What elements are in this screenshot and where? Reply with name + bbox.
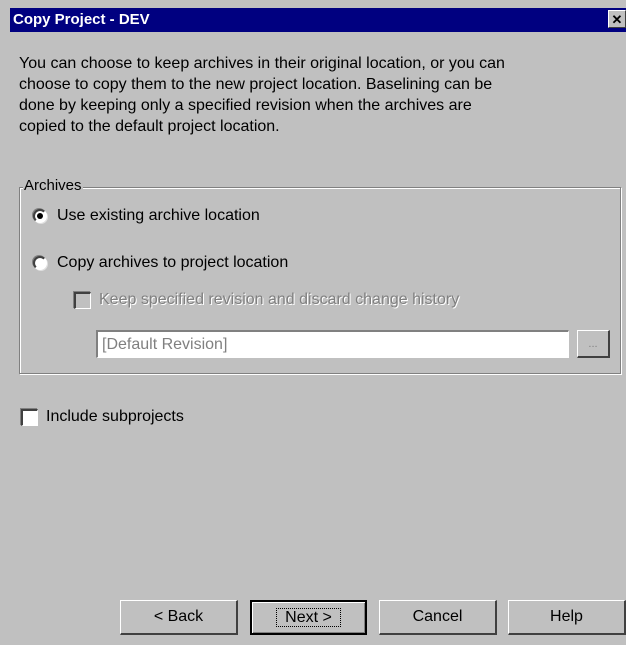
keep-revision-option[interactable]: Keep specified revision and discard chan… xyxy=(74,291,459,309)
title-bar[interactable]: Copy Project - DEV ✕ xyxy=(10,8,626,32)
close-icon[interactable]: ✕ xyxy=(608,10,626,28)
copy-archives-option[interactable]: Copy archives to project location xyxy=(33,254,288,272)
use-existing-location-label: Use existing archive location xyxy=(57,207,260,224)
browse-revision-button[interactable]: ... xyxy=(577,330,610,358)
help-button[interactable]: Help xyxy=(508,600,626,635)
back-button[interactable]: < Back xyxy=(120,600,238,635)
copy-archives-label: Copy archives to project location xyxy=(57,254,289,271)
keep-revision-checkbox[interactable] xyxy=(74,291,91,309)
archives-group-label: Archives xyxy=(23,177,83,195)
copy-project-dialog: Copy Project - DEV ✕ You can choose to k… xyxy=(0,0,626,645)
use-existing-location-radio[interactable] xyxy=(33,209,47,223)
use-existing-location-option[interactable]: Use existing archive location xyxy=(33,207,260,225)
intro-description: You can choose to keep archives in their… xyxy=(19,55,505,135)
copy-archives-radio[interactable] xyxy=(33,256,47,270)
include-subprojects-option[interactable]: Include subprojects xyxy=(21,408,184,426)
next-button[interactable]: Next > xyxy=(250,600,367,635)
revision-field[interactable]: [Default Revision] xyxy=(96,330,569,358)
include-subprojects-checkbox[interactable] xyxy=(21,408,38,426)
include-subprojects-label: Include subprojects xyxy=(46,408,184,425)
window-title: Copy Project - DEV xyxy=(13,11,150,28)
keep-revision-label: Keep specified revision and discard chan… xyxy=(99,291,460,308)
next-button-label: Next > xyxy=(276,608,341,627)
cancel-button[interactable]: Cancel xyxy=(379,600,497,635)
